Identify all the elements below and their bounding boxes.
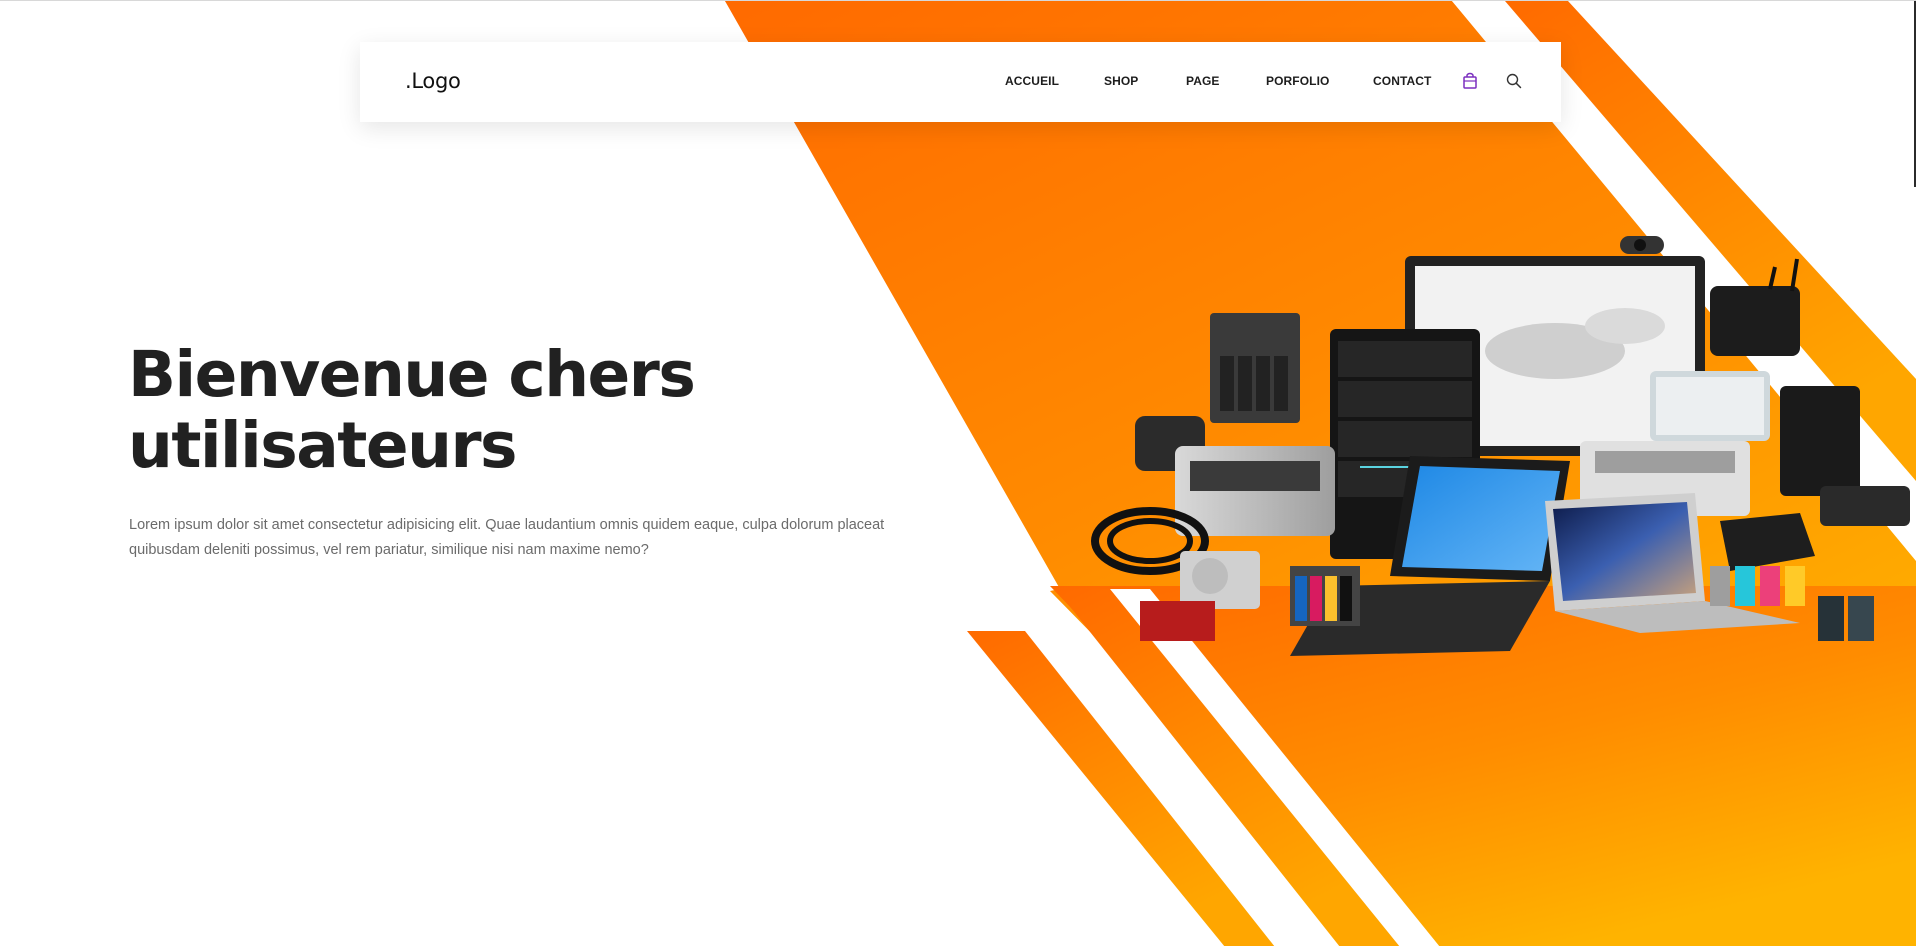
- nav-item-page[interactable]: PAGE: [1186, 74, 1220, 88]
- nav-item-porfolio[interactable]: PORFOLIO: [1266, 74, 1329, 88]
- nav-item-accueil[interactable]: ACCUEIL: [1005, 74, 1059, 88]
- electronics-products-image: [1091, 236, 1910, 656]
- page: .Logo ACCUEIL SHOP PAGE PORFOLIO CONTACT…: [0, 0, 1916, 946]
- hero-title-line-1: Bienvenue chers: [128, 338, 696, 411]
- nav-item-contact[interactable]: CONTACT: [1373, 74, 1431, 88]
- hero-description: Lorem ipsum dolor sit amet consectetur a…: [129, 517, 885, 558]
- nav-item-shop[interactable]: SHOP: [1104, 74, 1138, 88]
- search-icon[interactable]: [1505, 72, 1523, 90]
- site-header: .Logo ACCUEIL SHOP PAGE PORFOLIO CONTACT: [360, 42, 1561, 122]
- shopping-bag-icon[interactable]: [1462, 72, 1478, 90]
- site-logo[interactable]: .Logo: [405, 69, 461, 93]
- hero-title: Bienvenue chers utilisateurs: [128, 339, 848, 481]
- hero-title-line-2: utilisateurs: [128, 409, 518, 482]
